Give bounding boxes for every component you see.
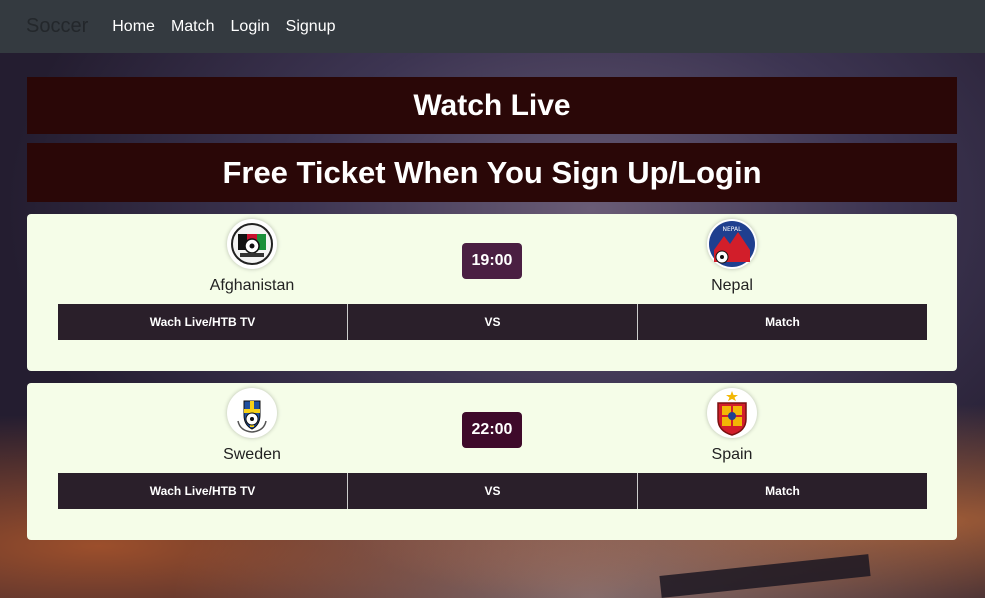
watch-live-button[interactable]: Wach Live/HTB TV <box>58 473 348 509</box>
nav-link-login[interactable]: Login <box>231 18 270 36</box>
afghanistan-crest-icon <box>227 219 277 269</box>
free-ticket-banner: Free Ticket When You Sign Up/Login <box>27 143 957 202</box>
home-team: Afghanistan <box>182 219 322 295</box>
sweden-crest-icon <box>227 388 277 438</box>
match-card: Sweden 22:00 Spain Wach Live/HTB TV VS M… <box>27 383 957 540</box>
match-button[interactable]: Match <box>638 473 927 509</box>
team-name: Nepal <box>711 277 753 294</box>
team-name: Afghanistan <box>209 277 295 294</box>
match-action-bar: Wach Live/HTB TV VS Match <box>58 304 927 340</box>
match-action-bar: Wach Live/HTB TV VS Match <box>58 473 927 509</box>
match-button[interactable]: Match <box>638 304 927 340</box>
nepal-crest-icon: NEPAL <box>707 219 757 269</box>
vs-label: VS <box>348 304 638 340</box>
team-name: Sweden <box>223 446 281 463</box>
nav-link-match[interactable]: Match <box>171 18 215 36</box>
match-card: Afghanistan 19:00 NEPAL Nepal Wach Live/… <box>27 214 957 371</box>
navbar: Soccer Home Match Login Signup <box>0 0 985 53</box>
watch-live-button[interactable]: Wach Live/HTB TV <box>58 304 348 340</box>
navbar-brand[interactable]: Soccer <box>26 15 88 38</box>
nav-link-home[interactable]: Home <box>112 18 155 36</box>
match-time-badge: 22:00 <box>462 412 522 448</box>
watch-live-banner: Watch Live <box>27 77 957 134</box>
match-time-badge: 19:00 <box>462 243 522 279</box>
vs-label: VS <box>348 473 638 509</box>
away-team: NEPAL Nepal <box>662 219 802 295</box>
team-name: Spain <box>711 446 753 463</box>
svg-text:NEPAL: NEPAL <box>723 226 743 233</box>
nav-link-signup[interactable]: Signup <box>286 18 336 36</box>
away-team: Spain <box>662 388 802 464</box>
home-team: Sweden <box>182 388 322 464</box>
spain-crest-icon <box>707 388 757 438</box>
